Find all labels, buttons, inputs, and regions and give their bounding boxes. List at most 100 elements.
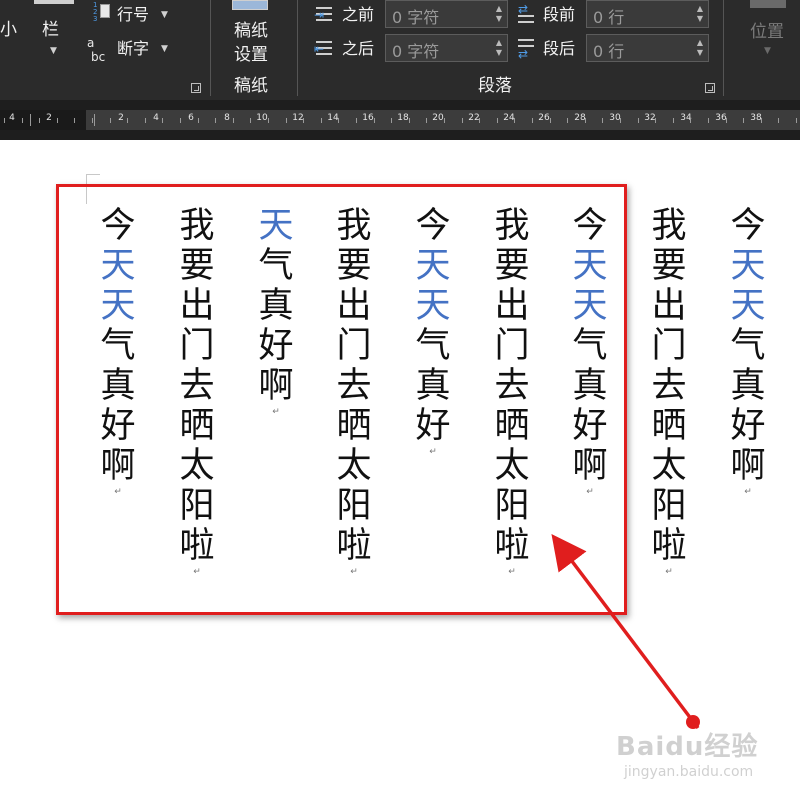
ruler-label: 4	[153, 113, 159, 123]
group-divider	[297, 0, 298, 96]
text-column[interactable]: 今天天气真好啊 ↵	[728, 206, 768, 498]
position-button[interactable]: 位置	[750, 22, 784, 42]
text-character: 好	[730, 406, 766, 446]
spin-up-icon[interactable]: ▲	[496, 5, 502, 13]
ruler-tick	[638, 118, 639, 123]
spin-up-icon[interactable]: ▲	[697, 39, 703, 47]
page-setup-launcher-icon[interactable]	[191, 83, 201, 93]
position-dropdown-icon[interactable]: ▼	[764, 46, 771, 56]
spin-up-icon[interactable]: ▲	[496, 39, 502, 47]
ruler-label: 32	[644, 113, 656, 123]
text-character: 今	[730, 206, 766, 246]
line-numbers-button[interactable]: 行号	[117, 5, 149, 25]
ruler-label: 30	[609, 113, 621, 123]
ruler-tick	[479, 118, 480, 123]
ruler-label: 14	[327, 113, 339, 123]
spacing-before-input[interactable]: 0 行 ▲ ▼	[586, 0, 709, 28]
ruler-tick	[673, 118, 674, 123]
indent-after-value: 0 字符	[392, 42, 440, 61]
ruler-tick	[250, 118, 251, 123]
ruler-tick	[338, 118, 339, 123]
spin-up-icon[interactable]: ▲	[697, 5, 703, 13]
ruler-tick	[462, 118, 463, 123]
ruler-tick	[162, 118, 163, 123]
text-character: 去	[651, 366, 687, 406]
size-button-label[interactable]: 小	[0, 20, 17, 40]
ruler-marker	[30, 114, 31, 126]
columns-button-label[interactable]: 栏	[42, 20, 59, 40]
spin-down-icon[interactable]: ▼	[496, 49, 502, 57]
ruler-tick	[602, 118, 603, 123]
ruler-tick	[444, 118, 445, 123]
ruler-marker	[94, 114, 95, 126]
hyphenation-button[interactable]: 断字	[117, 39, 149, 59]
indent-before-input[interactable]: 0 字符 ▲ ▼	[385, 0, 508, 28]
ruler-tick	[532, 118, 533, 123]
text-column[interactable]: 我要出门去晒太阳啦 ↵	[649, 206, 689, 578]
ruler-label: 12	[292, 113, 304, 123]
line-numbers-icon: 123	[93, 2, 111, 23]
position-icon	[750, 0, 786, 8]
group-divider	[723, 0, 724, 96]
highlight-rectangle	[56, 184, 627, 615]
ruler-label: 8	[224, 113, 230, 123]
ruler-tick	[726, 118, 727, 123]
indent-after-label: 之后	[342, 39, 375, 58]
spacing-before-label: 段前	[543, 5, 576, 24]
spin-down-icon[interactable]: ▼	[697, 49, 703, 57]
ruler-label: 2	[118, 113, 124, 123]
text-character: 气	[730, 326, 766, 366]
horizontal-ruler: 4 2 2 4 6 8 10 12 14 16 18 20 22 24 26 28 30 32 34 36 38	[0, 100, 800, 140]
spacing-before-value: 0 行	[593, 8, 625, 27]
indent-after-input[interactable]: 0 字符 ▲ ▼	[385, 34, 508, 62]
text-character: 天	[730, 246, 766, 286]
spacing-after-input[interactable]: 0 行 ▲ ▼	[586, 34, 709, 62]
indent-before-icon: ⇥	[312, 3, 336, 27]
ruler-tick	[110, 118, 111, 123]
watermark: Baidu经验 jingyan.baidu.com	[616, 726, 796, 794]
ruler-tick	[268, 118, 269, 123]
ruler-tick	[409, 118, 410, 123]
ruler-label: 38	[750, 113, 762, 123]
ruler-label: 28	[574, 113, 586, 123]
text-character: 晒	[651, 406, 687, 446]
ruler-tick	[567, 118, 568, 123]
ruler-tick	[514, 118, 515, 123]
manuscript-settings-button[interactable]: 稿纸设置	[234, 19, 274, 67]
paragraph-launcher-icon[interactable]	[705, 83, 715, 93]
ruler-tick	[761, 118, 762, 123]
ruler-tick	[550, 118, 551, 123]
spin-down-icon[interactable]: ▼	[697, 15, 703, 23]
paragraph-mark: ↵	[744, 487, 752, 497]
ruler-label: 26	[538, 113, 550, 123]
ruler-tick	[374, 118, 375, 123]
ruler-label: 16	[362, 113, 374, 123]
hyphenation-icon: a bc	[87, 36, 106, 64]
hyphenation-dropdown-icon[interactable]: ▼	[161, 44, 168, 54]
ruler-tick	[92, 118, 93, 123]
ruler-tick	[180, 118, 181, 123]
columns-icon	[34, 0, 74, 4]
ruler-tick	[796, 118, 797, 123]
text-character: 啊	[730, 446, 766, 486]
ruler-tick	[233, 118, 234, 123]
text-character: 门	[651, 326, 687, 366]
columns-dropdown-icon[interactable]: ▼	[50, 46, 57, 56]
spin-down-icon[interactable]: ▼	[496, 15, 502, 23]
ruler-tick	[321, 118, 322, 123]
indent-after-icon: ⇤	[312, 37, 336, 61]
watermark-url: jingyan.baidu.com	[624, 764, 754, 780]
ruler-tick	[708, 118, 709, 123]
ruler-tick	[497, 118, 498, 123]
line-numbers-dropdown-icon[interactable]: ▼	[161, 10, 168, 20]
ruler-tick	[356, 118, 357, 123]
ruler-tick	[74, 118, 75, 123]
spacing-after-label: 段后	[543, 39, 576, 58]
spacing-after-value: 0 行	[593, 42, 625, 61]
ruler-tick	[585, 118, 586, 123]
ruler-tick	[39, 118, 40, 123]
paragraph-mark: ↵	[665, 567, 673, 577]
paragraph-group-label: 段落	[478, 76, 512, 96]
ruler-label: 4	[9, 113, 15, 123]
ruler-strip[interactable]: 4 2 2 4 6 8 10 12 14 16 18 20 22 24 26 28 30 32 34 36 38	[0, 110, 800, 130]
